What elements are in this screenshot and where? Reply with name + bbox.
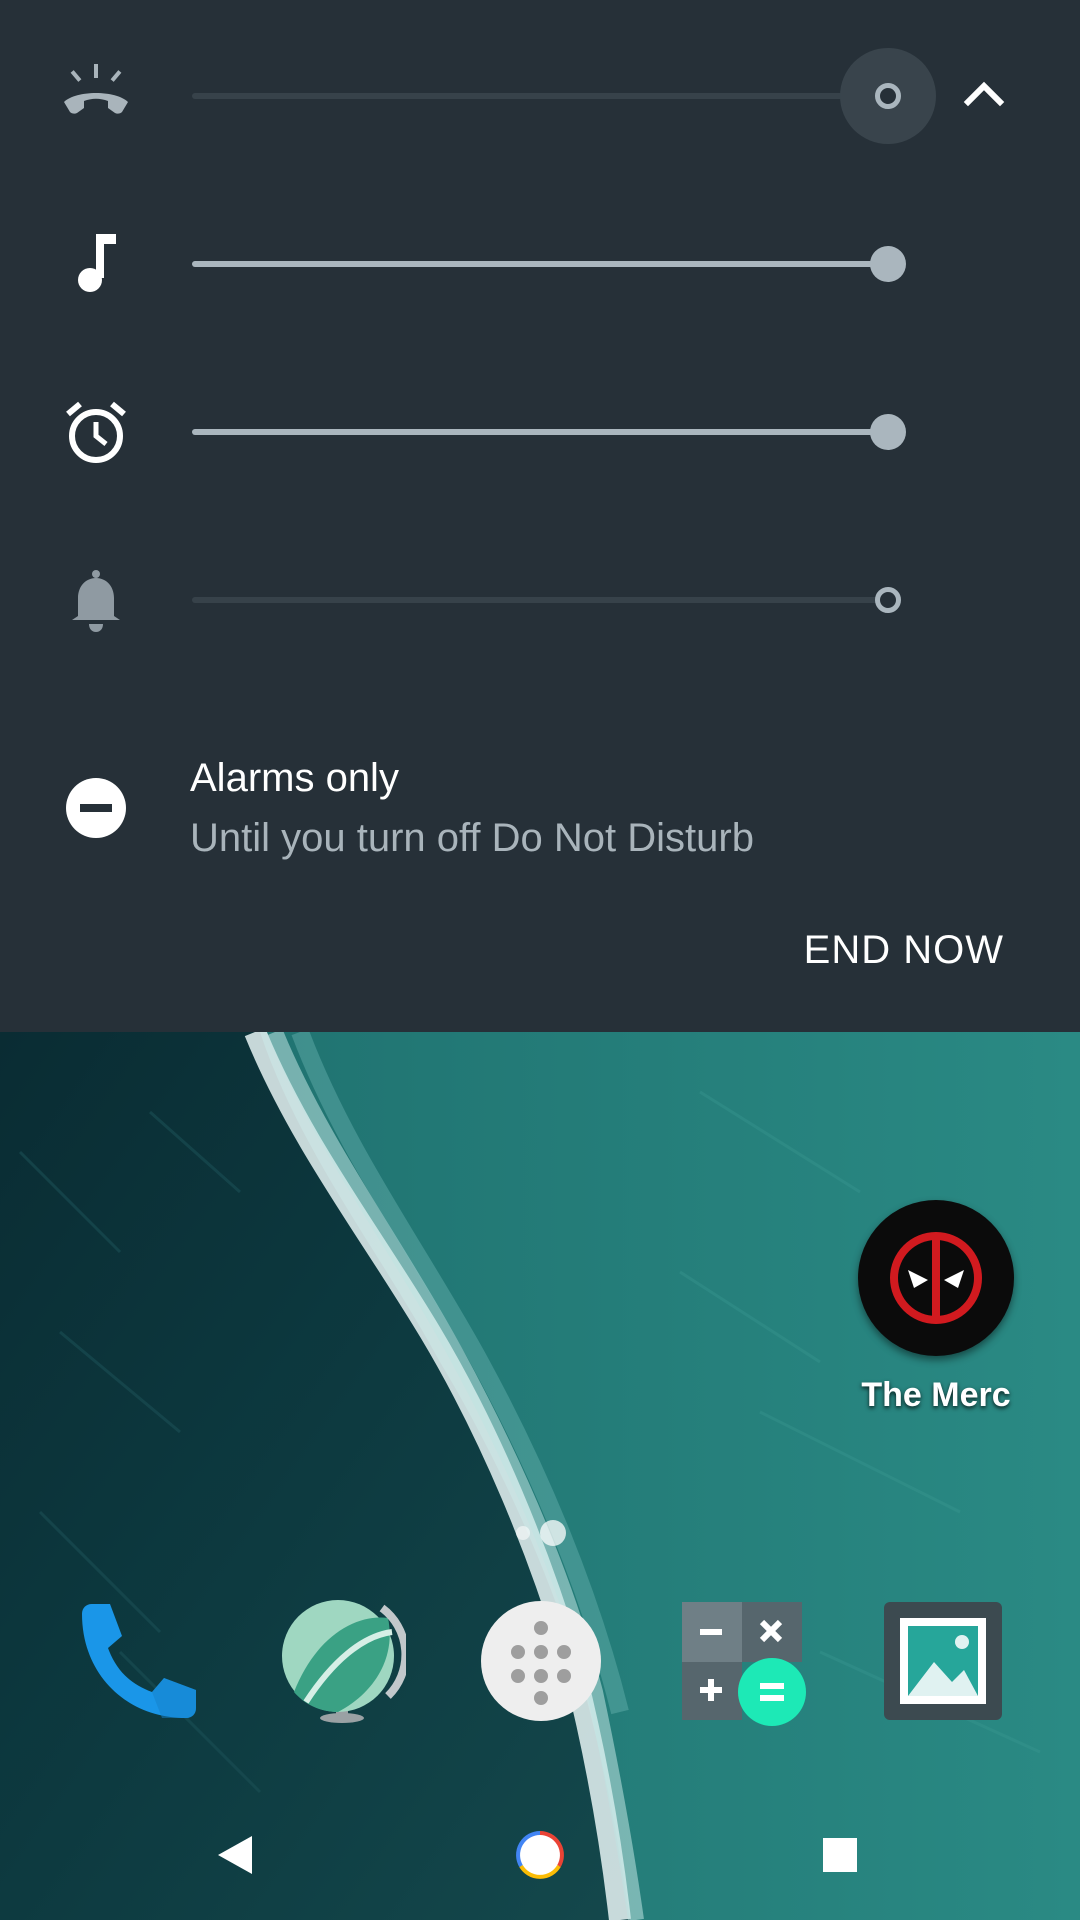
volume-thumb-call[interactable] [875, 83, 901, 109]
do-not-disturb-icon [66, 778, 126, 838]
volume-thumb-media[interactable] [870, 246, 906, 282]
navigation-bar [0, 1786, 1080, 1920]
page-indicator [510, 1518, 580, 1548]
music-note-icon[interactable] [56, 224, 136, 304]
volume-fill-alarm [192, 429, 888, 435]
home-icon [516, 1831, 564, 1879]
volume-row-call [0, 46, 1080, 146]
page-dot [516, 1526, 530, 1540]
volume-slider-ring[interactable] [192, 597, 888, 603]
calculator-icon[interactable] [676, 1596, 806, 1726]
recents-icon [823, 1838, 857, 1872]
gallery-icon[interactable] [878, 1596, 1008, 1726]
volume-row-ring [0, 550, 1080, 650]
volume-row-media [0, 214, 1080, 314]
app-drawer-icon[interactable] [476, 1596, 606, 1726]
bell-icon[interactable] [56, 560, 136, 640]
volume-fill-media [192, 261, 888, 267]
dnd-subtitle: Until you turn off Do Not Disturb [190, 816, 754, 860]
phone-hangup-icon[interactable] [56, 56, 136, 136]
expand-button[interactable] [944, 54, 1024, 134]
back-icon [218, 1836, 252, 1874]
volume-slider-media[interactable] [192, 261, 888, 267]
dnd-title: Alarms only [190, 756, 399, 800]
end-now-button[interactable]: END NOW [798, 920, 1010, 981]
dnd-status: Alarms only Until you turn off Do Not Di… [0, 740, 1080, 870]
back-button[interactable] [200, 1820, 270, 1890]
globe-icon[interactable] [276, 1596, 410, 1726]
phone-icon[interactable] [72, 1596, 202, 1726]
volume-row-alarm [0, 382, 1080, 482]
app-label: The Merc [861, 1376, 1011, 1414]
home-button[interactable] [505, 1820, 575, 1890]
recents-button[interactable] [805, 1820, 875, 1890]
deadpool-mask-icon [858, 1200, 1014, 1356]
volume-thumb-alarm[interactable] [870, 414, 906, 450]
volume-panel: Alarms only Until you turn off Do Not Di… [0, 0, 1080, 1032]
app-shortcut-the-merc[interactable]: The Merc [858, 1200, 1014, 1430]
alarm-clock-icon[interactable] [56, 392, 136, 472]
volume-thumb-ring[interactable] [875, 587, 901, 613]
chevron-up-icon [963, 81, 1005, 107]
volume-slider-alarm[interactable] [192, 429, 888, 435]
page-dot-current [540, 1520, 566, 1546]
volume-slider-call[interactable] [192, 93, 888, 99]
